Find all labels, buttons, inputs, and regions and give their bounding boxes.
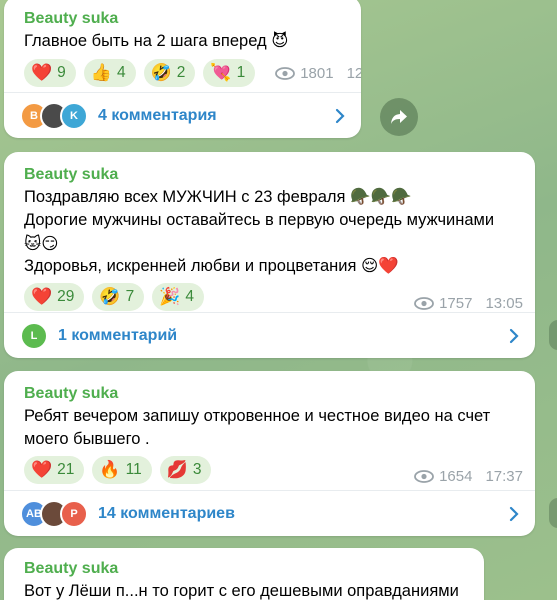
scroll-handle[interactable]: [549, 320, 557, 350]
comments-link[interactable]: 14 комментариев: [98, 505, 235, 523]
post-sender[interactable]: Beauty suka: [24, 164, 523, 186]
reaction-rofl[interactable]: 🤣 7: [92, 283, 145, 311]
heart-emoji-icon: ❤️: [31, 287, 53, 307]
chevron-right-icon[interactable]: [509, 506, 519, 522]
post-text-line: Главное быть на 2 шага вперед 😈: [24, 32, 289, 50]
party-popper-emoji-icon: 🎉: [159, 287, 181, 307]
post-sender[interactable]: Beauty suka: [24, 383, 523, 405]
reaction-count: 1: [236, 64, 246, 81]
heart-arrow-emoji-icon: 💘: [210, 63, 232, 83]
chevron-right-icon[interactable]: [509, 328, 519, 344]
heart-emoji-icon: ❤️: [31, 460, 53, 480]
reaction-count: 11: [125, 461, 142, 478]
reaction-thumbs-up[interactable]: 👍 4: [83, 59, 136, 87]
reaction-count: 21: [57, 461, 75, 478]
comments-bar[interactable]: AB P 14 комментариев: [4, 490, 535, 536]
channel-post[interactable]: Beauty suka Главное быть на 2 шага впере…: [4, 0, 361, 138]
reaction-count: 2: [176, 64, 186, 81]
post-text-line: Поздравляю всех МУЖЧИН с 23 февраля 🪖🪖🪖: [24, 188, 412, 206]
rofl-emoji-icon: 🤣: [99, 287, 121, 307]
channel-post[interactable]: Beauty suka Вот у Лёши п...н то горит с …: [4, 548, 484, 600]
share-button[interactable]: [380, 98, 418, 136]
avatar: L: [20, 321, 48, 350]
share-arrow-icon: [391, 110, 407, 124]
post-time: 13:05: [485, 294, 523, 312]
post-sender[interactable]: Beauty suka: [24, 8, 349, 30]
thumbs-up-emoji-icon: 👍: [90, 63, 112, 83]
reaction-count: 9: [57, 64, 66, 81]
reaction-fire[interactable]: 🔥 11: [92, 456, 152, 484]
post-text-line: Вот у Лёши п...н то горит с его дешевыми…: [24, 582, 459, 600]
channel-post[interactable]: Beauty suka Поздравляю всех МУЖЧИН с 23 …: [4, 152, 535, 358]
reaction-kiss[interactable]: 💋 3: [159, 456, 212, 484]
reaction-heart[interactable]: ❤️ 29: [24, 283, 85, 311]
post-time: 12:34: [346, 64, 361, 82]
heart-emoji-icon: ❤️: [31, 63, 53, 83]
post-meta: 1757 13:05: [414, 295, 523, 312]
eye-icon: [414, 296, 434, 310]
post-time: 17:37: [485, 467, 523, 485]
post-text-line: Дорогие мужчины оставайтесь в первую оче…: [24, 211, 495, 229]
reaction-heart-arrow[interactable]: 💘 1: [203, 59, 256, 87]
comments-link[interactable]: 4 комментария: [98, 107, 217, 125]
post-meta: 1801 12:34: [275, 65, 361, 82]
reaction-rofl[interactable]: 🤣 2: [143, 59, 196, 87]
reactions-row: ❤️ 29 🤣 7 🎉 4 1757 13:05: [24, 282, 523, 312]
reactions-row: ❤️ 21 🔥 11 💋 3 1654 17:37: [24, 455, 523, 485]
post-sender[interactable]: Beauty suka: [24, 558, 472, 580]
scroll-handle[interactable]: [549, 498, 557, 528]
avatar: K: [60, 101, 88, 130]
commenter-avatars: AB P: [20, 499, 88, 528]
reaction-heart[interactable]: ❤️ 21: [24, 456, 85, 484]
comments-bar[interactable]: L 1 комментарий: [4, 312, 535, 358]
post-text-line: Ребят вечером запишу откровенное и честн…: [24, 407, 491, 425]
reaction-count: 4: [116, 64, 126, 81]
commenter-avatars: L: [20, 321, 48, 350]
avatar: P: [60, 499, 88, 528]
reactions-row: ❤️9 👍4 🤣2 💘1 1801 12:34: [24, 58, 361, 88]
rofl-emoji-icon: 🤣: [150, 63, 172, 83]
comments-bar[interactable]: B K 4 комментария: [4, 92, 361, 138]
reaction-count: 7: [125, 288, 135, 305]
comments-link[interactable]: 1 комментарий: [58, 327, 177, 345]
reaction-count: 4: [185, 288, 195, 305]
view-count: 1757: [439, 294, 473, 312]
reaction-party[interactable]: 🎉 4: [152, 283, 205, 311]
chevron-right-icon[interactable]: [335, 108, 345, 124]
reaction-heart[interactable]: ❤️ 9: [24, 59, 76, 87]
post-text-line: Здоровья, искренней любви и процветания …: [24, 257, 399, 275]
post-text-line: моего бывшего .: [24, 430, 150, 448]
channel-post[interactable]: Beauty suka Ребят вечером запишу открове…: [4, 371, 535, 536]
view-count: 1801: [300, 64, 334, 82]
reaction-count: 29: [57, 288, 75, 305]
fire-emoji-icon: 🔥: [99, 460, 121, 480]
post-text-line: 🐱😏: [24, 234, 59, 253]
view-count: 1654: [439, 467, 473, 485]
commenter-avatars: B K: [20, 101, 88, 130]
kiss-mark-emoji-icon: 💋: [166, 460, 188, 480]
eye-icon: [414, 469, 434, 483]
post-meta: 1654 17:37: [414, 468, 523, 485]
reaction-count: 3: [192, 461, 202, 478]
eye-icon: [275, 66, 296, 80]
